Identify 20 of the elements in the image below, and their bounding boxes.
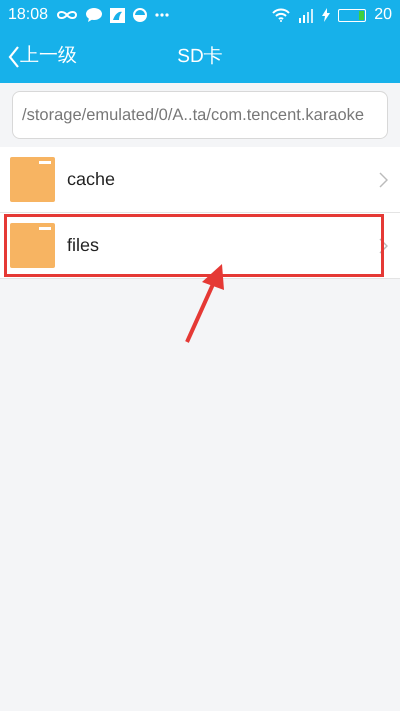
half-circle-icon [133, 8, 148, 22]
page-title: SD卡 [177, 45, 223, 69]
app-icon [110, 8, 126, 22]
battery-percent: 20 [374, 5, 392, 25]
chevron-right-icon [379, 172, 388, 188]
infinity-icon [56, 9, 78, 21]
charging-icon [322, 8, 330, 22]
path-field: /storage/emulated/0/A..ta/com.tencent.karaoke [12, 91, 388, 139]
battery-icon [338, 8, 366, 22]
folder-row[interactable]: cache [0, 147, 400, 213]
chevron-right-icon [379, 238, 388, 254]
folder-icon [10, 157, 55, 202]
chat-bubble-icon [86, 8, 102, 22]
folder-row[interactable]: files [0, 213, 400, 279]
back-chevron-icon [8, 46, 20, 68]
more-dots-icon [155, 13, 170, 17]
wifi-icon [272, 8, 290, 22]
status-time: 18:08 [8, 5, 48, 25]
folder-icon [10, 223, 55, 268]
signal-icon [298, 7, 314, 23]
